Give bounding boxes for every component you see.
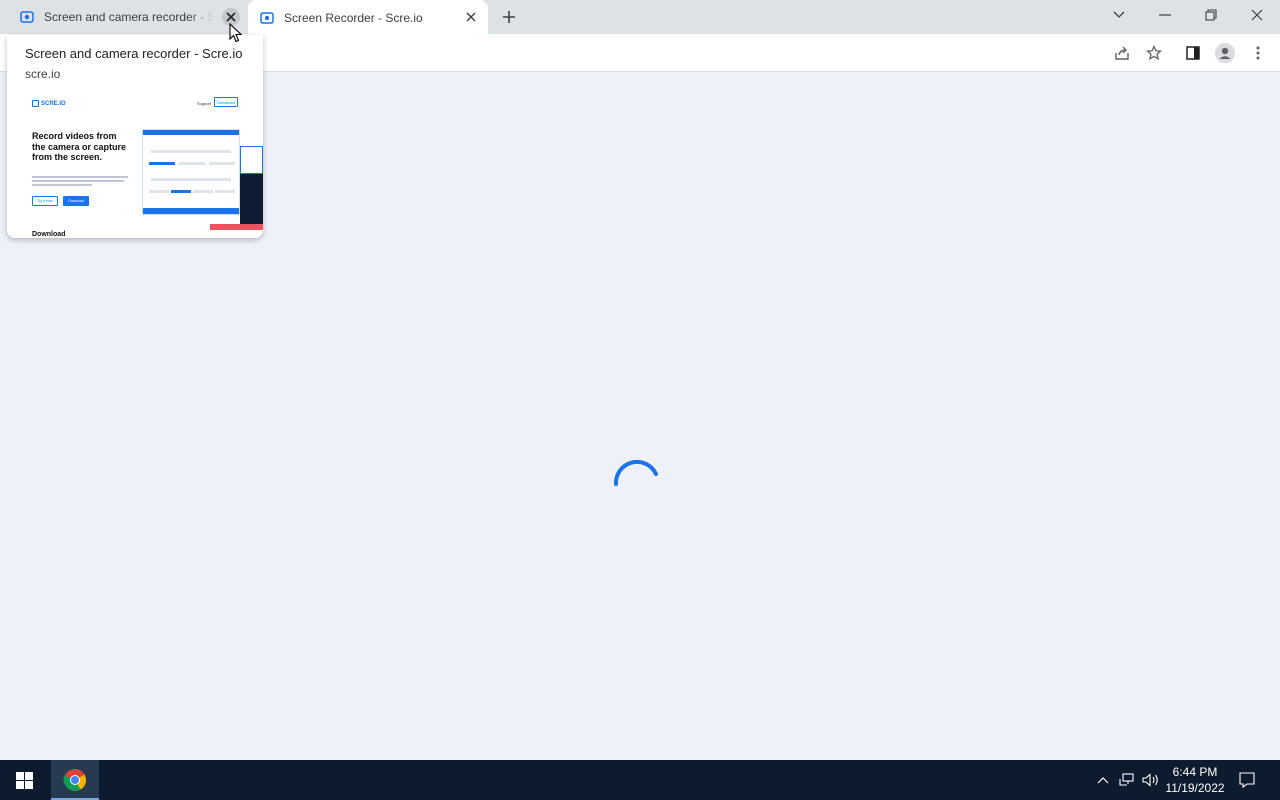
minimize-button[interactable]: [1142, 0, 1188, 30]
taskbar-clock[interactable]: 6:44 PM 11/19/2022: [1160, 764, 1230, 796]
tab-hover-card: Screen and camera recorder - Scre.io scr…: [7, 35, 263, 238]
network-icon[interactable]: [1116, 760, 1138, 800]
close-window-button[interactable]: [1234, 0, 1280, 30]
side-panel-icon[interactable]: [1182, 42, 1204, 64]
clock-time: 6:44 PM: [1172, 765, 1218, 779]
share-icon[interactable]: [1111, 42, 1133, 64]
bookmark-star-icon[interactable]: [1143, 42, 1165, 64]
restore-button[interactable]: [1188, 0, 1234, 30]
volume-icon[interactable]: [1140, 760, 1162, 800]
scre-io-favicon-icon: [20, 10, 34, 24]
preview-app-mockup: [142, 129, 240, 215]
tab-title: Screen and camera recorder - Scre.io: [44, 10, 214, 24]
notifications-icon[interactable]: [1234, 760, 1260, 800]
scre-io-favicon-icon: [260, 11, 274, 25]
clock-date: 11/19/2022: [1165, 781, 1225, 795]
chrome-icon: [63, 769, 86, 791]
preview-red-bar: [210, 224, 263, 230]
tab-title: Screen Recorder - Scre.io: [284, 10, 423, 25]
tab-strip: Screen and camera recorder - Scre.io Scr…: [0, 0, 1280, 35]
windows-logo-icon: [15, 771, 33, 789]
tab-screen-recorder[interactable]: Screen Recorder - Scre.io: [248, 0, 488, 35]
loading-spinner-icon: [613, 460, 658, 486]
preview-try-button: Try it now: [32, 196, 58, 206]
preview-headline: Record videos from the camera or capture…: [32, 131, 127, 162]
tab-preview-thumbnail: SCRE.IO Support Download Record videos f…: [7, 87, 263, 238]
preview-subtext: [32, 176, 132, 190]
preview-video-thumbnail: [240, 174, 263, 224]
tab-search-icon[interactable]: [1096, 0, 1142, 30]
taskbar-chrome-button[interactable]: [51, 760, 99, 800]
tab-screen-and-camera-recorder[interactable]: Screen and camera recorder - Scre.io: [10, 0, 248, 34]
preview-logo: SCRE.IO: [32, 100, 66, 107]
mouse-cursor-icon: [229, 23, 243, 43]
preview-nav-link: Support: [197, 101, 212, 106]
preview-section-heading: Download: [32, 231, 66, 238]
preview-nav-button: Download: [214, 97, 238, 107]
hover-card-domain: scre.io: [25, 67, 61, 81]
show-hidden-icons-chevron-icon[interactable]: [1094, 760, 1112, 800]
windows-start-button[interactable]: [0, 760, 48, 800]
profile-avatar-icon[interactable]: [1214, 42, 1236, 64]
preview-side-panel: [240, 146, 263, 174]
hover-card-title: Screen and camera recorder - Scre.io: [25, 46, 243, 61]
new-tab-button[interactable]: [498, 6, 520, 28]
preview-download-button: Download: [63, 196, 89, 206]
close-tab-icon[interactable]: [462, 8, 480, 26]
kebab-menu-icon[interactable]: [1247, 42, 1269, 64]
windows-taskbar: 6:44 PM 11/19/2022: [0, 760, 1280, 800]
